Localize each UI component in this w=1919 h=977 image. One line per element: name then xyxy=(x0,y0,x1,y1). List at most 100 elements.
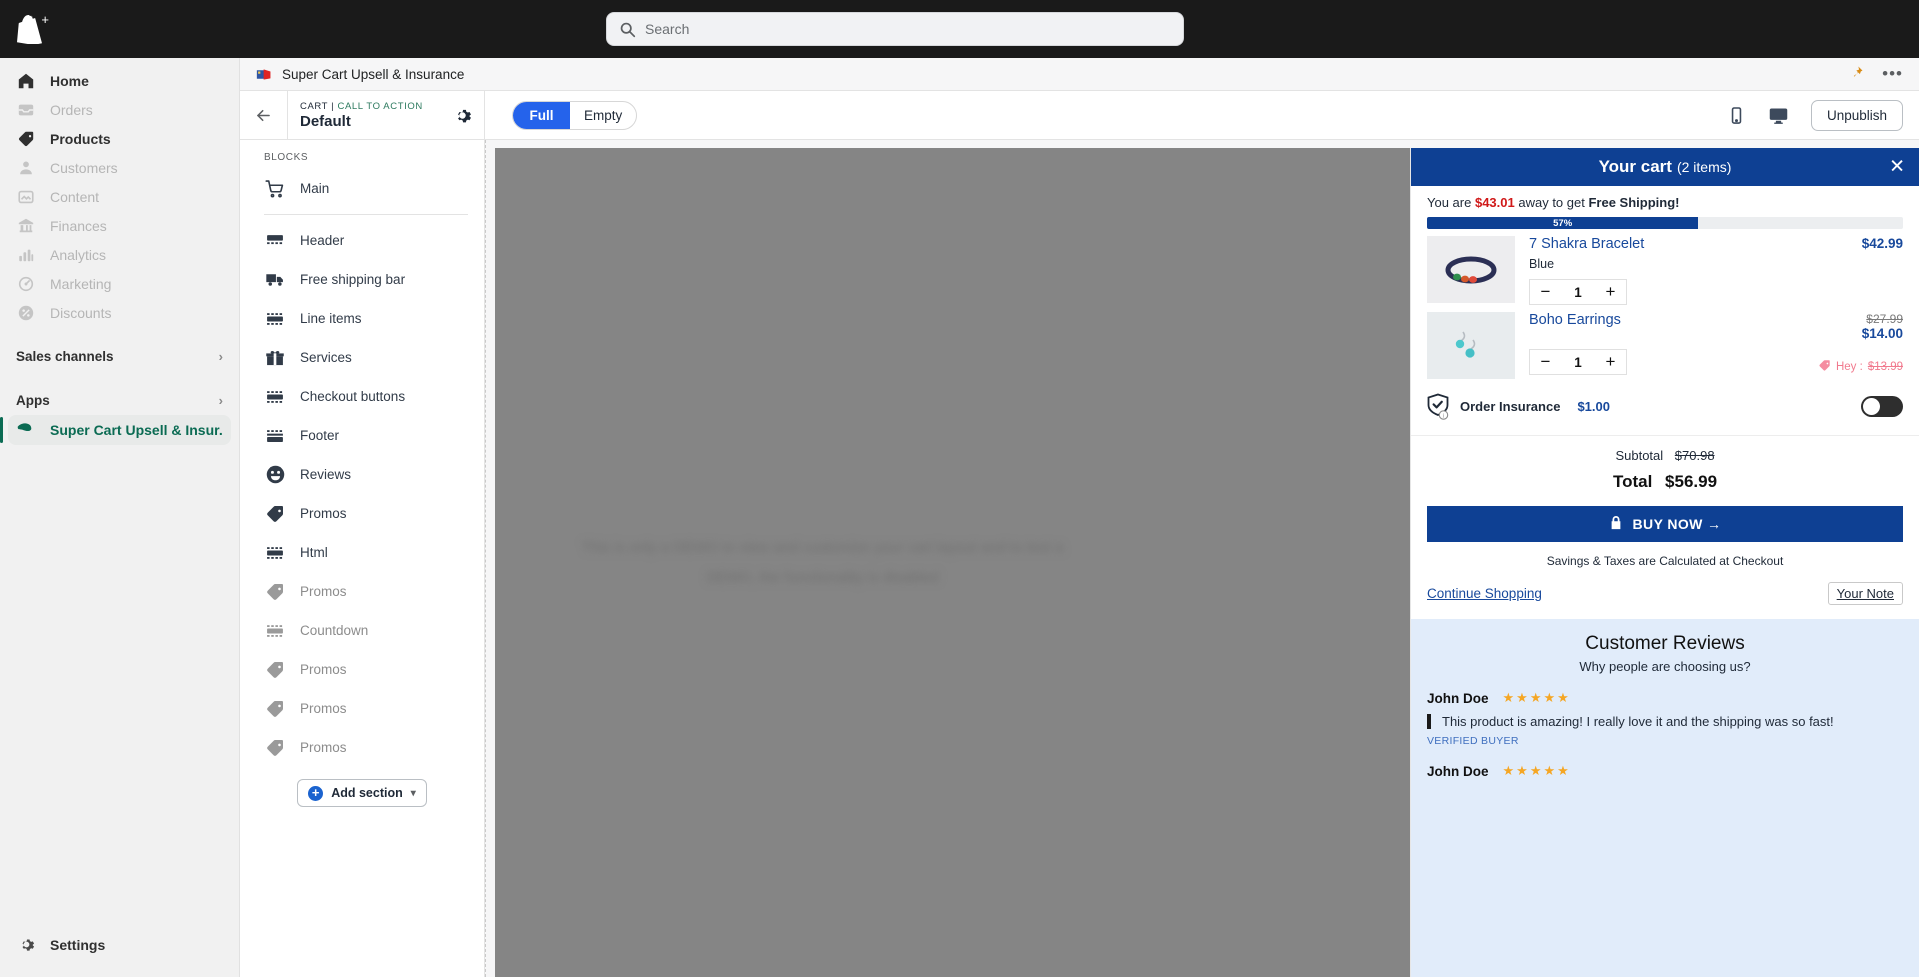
close-icon[interactable]: ✕ xyxy=(1889,158,1905,177)
line-item-price: $14.00 xyxy=(1861,326,1903,341)
cart-icon xyxy=(264,178,286,200)
line-items-icon xyxy=(264,308,286,330)
quantity-decrease-button[interactable]: − xyxy=(1530,350,1561,374)
quantity-increase-button[interactable]: + xyxy=(1595,280,1626,304)
block-label: Services xyxy=(300,350,352,365)
content-icon xyxy=(16,187,36,207)
sidebar-item-products[interactable]: Products xyxy=(0,124,239,153)
analytics-bars-icon xyxy=(16,245,36,265)
block-row[interactable]: Header xyxy=(240,221,484,260)
sidebar-item-label: Customers xyxy=(50,159,118,176)
shipping-amount: $43.01 xyxy=(1474,195,1515,210)
tab-empty[interactable]: Empty xyxy=(570,102,636,129)
quantity-increase-button[interactable]: + xyxy=(1595,350,1626,374)
block-label: Free shipping bar xyxy=(300,272,406,287)
cart-title: Your cart xyxy=(1598,157,1672,176)
bracelet-thumbnail[interactable] xyxy=(1427,236,1515,303)
block-row[interactable]: Reviews xyxy=(240,455,484,494)
sidebar-group-sales-channels[interactable]: Sales channels › xyxy=(0,341,239,371)
sidebar-item-label: Analytics xyxy=(50,246,107,263)
free-shipping-message: You are $43.01 away to get Free Shipping… xyxy=(1411,186,1919,210)
plus-icon: + xyxy=(308,785,324,801)
earrings-thumbnail[interactable] xyxy=(1427,312,1515,379)
line-item-title[interactable]: 7 Shakra Bracelet xyxy=(1529,236,1854,252)
block-label: Checkout buttons xyxy=(300,389,406,404)
sidebar-item-label: Discounts xyxy=(50,304,112,321)
block-row[interactable]: Promos xyxy=(240,689,484,728)
sidebar-item-home[interactable]: Home xyxy=(0,66,239,95)
app-icon xyxy=(16,420,36,440)
line-item-title[interactable]: Boho Earrings xyxy=(1529,312,1854,328)
buy-now-button[interactable]: BUY NOW → xyxy=(1427,506,1903,542)
sidebar-item-discounts[interactable]: Discounts xyxy=(0,298,239,327)
sidebar-item-finances[interactable]: Finances xyxy=(0,211,239,240)
sidebar-item-customers[interactable]: Customers xyxy=(0,153,239,182)
block-label: Countdown xyxy=(300,623,369,638)
add-section-button[interactable]: + Add section ▾ xyxy=(297,779,427,807)
search-input[interactable]: Search xyxy=(606,12,1184,46)
preview-canvas[interactable]: This is only a DEMO to view and customiz… xyxy=(495,148,1410,977)
sidebar-item-settings[interactable]: Settings xyxy=(0,930,239,959)
lock-icon xyxy=(1609,515,1623,534)
block-row[interactable]: Footer xyxy=(240,416,484,455)
blocks-panel: CART | CALL TO ACTION Default BLOCKS Mai… xyxy=(240,90,485,977)
pin-icon[interactable] xyxy=(1849,65,1864,84)
total-label: Total xyxy=(1612,472,1653,491)
desktop-icon[interactable] xyxy=(1768,105,1789,126)
block-row[interactable]: Services xyxy=(240,338,484,377)
sidebar-group-label: Sales channels xyxy=(16,348,114,364)
review-author: John Doe xyxy=(1427,690,1489,706)
sidebar-item-content[interactable]: Content xyxy=(0,182,239,211)
blocks-panel-titles: CART | CALL TO ACTION Default xyxy=(288,101,440,130)
block-row[interactable]: Promos xyxy=(240,494,484,533)
sidebar-item-analytics[interactable]: Analytics xyxy=(0,240,239,269)
customer-reviews-section: Customer Reviews Why people are choosing… xyxy=(1411,619,1919,977)
back-button[interactable] xyxy=(240,90,288,140)
continue-shopping-link[interactable]: Continue Shopping xyxy=(1427,586,1542,601)
sidebar-item-label: Finances xyxy=(50,217,107,234)
line-item-prices: $42.99 xyxy=(1854,236,1903,251)
block-row[interactable]: Line items xyxy=(240,299,484,338)
your-note-button[interactable]: Your Note xyxy=(1827,582,1903,605)
gift-icon xyxy=(264,347,286,369)
more-horizontal-icon[interactable]: ••• xyxy=(1882,64,1903,84)
reviews-subtitle: Why people are choosing us? xyxy=(1579,659,1751,674)
quantity-stepper: − 1 + xyxy=(1529,279,1627,305)
sidebar-item-orders[interactable]: Orders xyxy=(0,95,239,124)
blocks-divider xyxy=(264,214,468,215)
unpublish-button[interactable]: Unpublish xyxy=(1810,99,1903,131)
breadcrumb-primary: CART | xyxy=(300,100,335,112)
quantity-value[interactable]: 1 xyxy=(1561,285,1595,300)
mobile-icon[interactable] xyxy=(1727,106,1746,125)
block-row[interactable]: Countdown xyxy=(240,611,484,650)
shipping-suffix: Free Shipping! xyxy=(1588,195,1680,210)
tab-full[interactable]: Full xyxy=(513,101,570,129)
quantity-decrease-button[interactable]: − xyxy=(1530,280,1561,304)
tag-icon xyxy=(264,581,286,603)
subtotal-label: Subtotal xyxy=(1615,448,1664,463)
sidebar-item-super-cart-app[interactable]: Super Cart Upsell & Insur... xyxy=(0,415,231,445)
block-row[interactable]: Free shipping bar xyxy=(240,260,484,299)
settings-gear-button[interactable] xyxy=(440,106,484,125)
add-section-wrap: + Add section ▾ xyxy=(240,767,484,807)
shopify-logo-wrap[interactable]: + xyxy=(0,12,60,44)
progress-fill: 57% xyxy=(1427,217,1699,229)
block-row[interactable]: Promos xyxy=(240,572,484,611)
block-row[interactable]: Checkout buttons xyxy=(240,377,484,416)
block-row-main[interactable]: Main xyxy=(240,169,484,208)
quantity-value[interactable]: 1 xyxy=(1561,355,1595,370)
order-insurance-toggle[interactable] xyxy=(1861,395,1903,417)
plus-badge: + xyxy=(41,12,49,27)
global-topbar: + Search xyxy=(0,0,1919,58)
review-item: John Doe ★★★★★ This product is amazing! … xyxy=(1427,690,1903,747)
preview-placeholder-text: This is only a DEMO to view and customiz… xyxy=(581,538,1064,586)
search-icon xyxy=(619,21,636,38)
search-placeholder: Search xyxy=(645,21,690,37)
block-row[interactable]: Html xyxy=(240,533,484,572)
line-item: Boho Earrings $27.99 $14.00 − 1 + Hey: … xyxy=(1411,305,1919,379)
sidebar-item-marketing[interactable]: Marketing xyxy=(0,269,239,298)
block-row[interactable]: Promos xyxy=(240,650,484,689)
block-row[interactable]: Promos xyxy=(240,728,484,767)
sidebar-group-apps[interactable]: Apps › xyxy=(0,385,239,415)
chevron-right-icon: › xyxy=(218,392,223,408)
